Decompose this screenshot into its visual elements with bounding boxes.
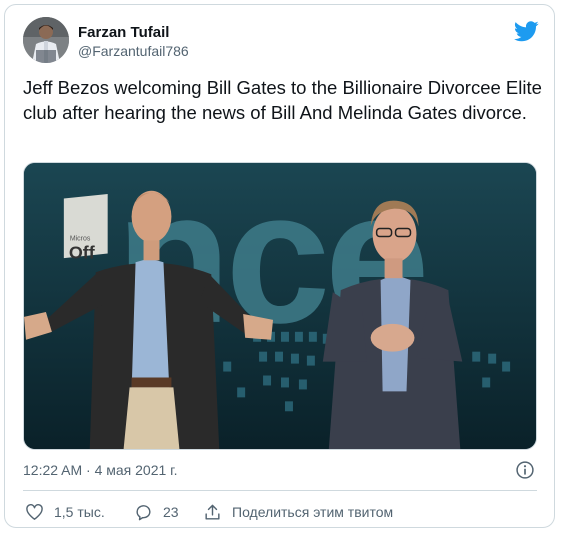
tweet-text: Jeff Bezos welcoming Bill Gates to the B… <box>23 77 542 123</box>
reply-count: 23 <box>163 504 179 520</box>
tweet-card: Farzan Tufail @Farzantufail786 Jeff Bezo… <box>4 4 555 528</box>
tweet-photo[interactable]: nce Micros Off <box>23 162 537 450</box>
twitter-bird-icon[interactable] <box>514 21 539 42</box>
sign-text-big: Off <box>69 242 95 262</box>
reply-bubble-icon <box>136 504 151 520</box>
info-icon[interactable] <box>515 460 535 480</box>
share-upload-icon <box>205 504 220 520</box>
avatar[interactable] <box>23 17 69 63</box>
tweet-timestamp[interactable]: 12:22 AM · 4 мая 2021 г. <box>23 461 177 479</box>
divider <box>23 490 537 491</box>
share-button[interactable]: Поделиться этим твитом <box>203 502 393 522</box>
user-handle[interactable]: @Farzantufail786 <box>78 42 189 60</box>
like-button[interactable]: 1,5 тыс. <box>25 502 105 522</box>
share-label: Поделиться этим твитом <box>232 504 394 520</box>
like-count: 1,5 тыс. <box>54 504 105 520</box>
heart-icon <box>26 503 43 520</box>
display-name[interactable]: Farzan Tufail <box>78 24 169 42</box>
reply-button[interactable]: 23 <box>134 502 179 522</box>
